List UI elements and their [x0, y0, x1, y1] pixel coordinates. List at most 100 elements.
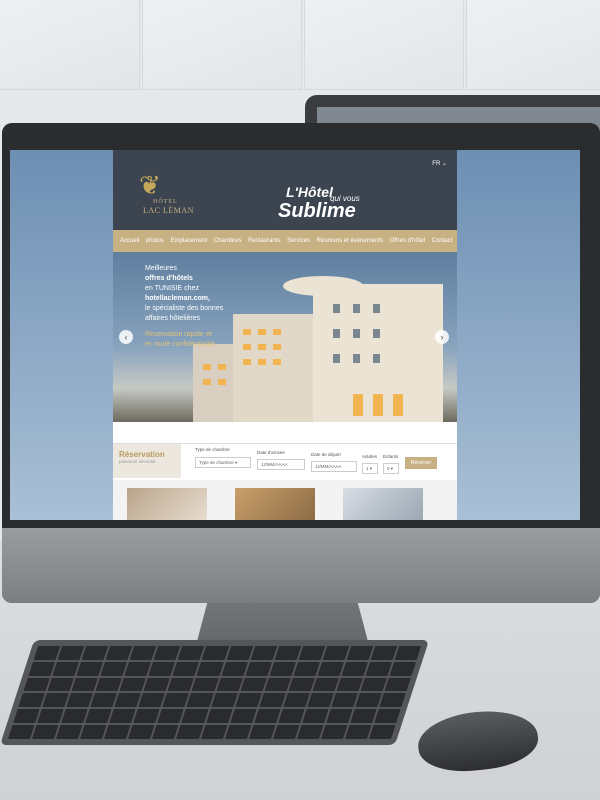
nav-item-services[interactable]: Services	[287, 238, 310, 244]
keyboard-key	[186, 693, 214, 708]
apple-logo-icon	[250, 525, 274, 553]
nav-item-offres[interactable]: Offres d'hôtel	[390, 238, 425, 244]
site-header: ❦ HÔTEL LAC LÉMAN FR ⌄ L'Hôtel qui vous …	[113, 150, 457, 230]
keyboard-key	[71, 677, 99, 692]
nav-item-reunions[interactable]: Réunions et événements	[317, 238, 383, 244]
keyboard-key	[229, 709, 257, 724]
keyboard-key	[167, 677, 195, 692]
keyboard-key	[133, 709, 160, 724]
keyboard-key	[264, 677, 291, 692]
keyboard-key	[157, 709, 185, 724]
keyboard-key	[18, 693, 45, 708]
adults-select[interactable]: 1 ▾	[362, 463, 378, 474]
keyboard-key	[33, 646, 61, 660]
keyboard-key	[143, 677, 171, 692]
hero-text: Meilleures offres d'hôtels en TUNISIE ch…	[145, 265, 224, 348]
keyboard-key	[23, 677, 50, 692]
children-select[interactable]: 0 ▾	[383, 463, 399, 474]
slider-next-arrow-icon[interactable]: ›	[435, 330, 449, 344]
keyboard-key	[258, 693, 286, 708]
keyboard-key	[52, 661, 80, 676]
screen: ❦ HÔTEL LAC LÉMAN FR ⌄ L'Hôtel qui vous …	[10, 150, 580, 520]
keyboard-key	[153, 646, 181, 660]
keyboard-key	[320, 725, 348, 739]
keyboard-key	[81, 646, 109, 660]
hotel-logo[interactable]: ❦ HÔTEL LAC LÉMAN	[125, 172, 200, 215]
keyboard-key	[215, 677, 243, 692]
keyboard-key	[172, 661, 200, 676]
keyboard-key	[56, 725, 83, 739]
keyboard-key	[293, 661, 320, 676]
slider-prev-arrow-icon[interactable]: ‹	[119, 330, 133, 344]
keyboard-key	[66, 693, 93, 708]
departure-date-input[interactable]: JJ/MM/AAAA	[311, 461, 357, 472]
nav-item-accueil[interactable]: Accueil	[120, 238, 139, 244]
room-thumbnail[interactable]	[235, 488, 315, 520]
imac-chin	[2, 528, 600, 603]
keyboard-key	[296, 725, 324, 739]
keyboard-key	[394, 646, 422, 660]
arrival-date-input[interactable]: JJ/MM/AAAA	[257, 459, 305, 470]
nav-item-chambres[interactable]: Chambres	[214, 238, 242, 244]
keyboard-key	[162, 693, 190, 708]
keyboard-key	[37, 709, 64, 724]
nav-item-emplacement[interactable]: Emplacement	[171, 238, 208, 244]
keyboard-key	[379, 693, 406, 708]
keyboard-key	[114, 693, 142, 708]
keyboard-key	[32, 725, 59, 739]
website: ❦ HÔTEL LAC LÉMAN FR ⌄ L'Hôtel qui vous …	[113, 150, 457, 520]
keyboard-key	[205, 709, 233, 724]
keyboard-key	[306, 693, 334, 708]
nav-item-restaurants[interactable]: Restaurants	[248, 238, 280, 244]
keyboard-key	[221, 661, 248, 676]
nav-item-photos[interactable]: photos	[146, 238, 164, 244]
keyboard-key	[42, 693, 69, 708]
keyboard-key	[325, 709, 353, 724]
keyboard-key	[138, 693, 166, 708]
keyboard-key	[269, 661, 296, 676]
keyboard-key	[288, 677, 315, 692]
main-nav: Accueil photos Emplacement Chambres Rest…	[113, 230, 457, 252]
keyboard-key	[178, 646, 205, 660]
keyboard-key	[234, 693, 262, 708]
keyboard-key	[148, 661, 176, 676]
keyboard-key	[176, 725, 203, 739]
reserve-button[interactable]: Reserver	[405, 457, 437, 469]
keyboard-key	[370, 646, 398, 660]
keyboard-key	[85, 709, 112, 724]
keyboard-key	[245, 661, 272, 676]
keyboard-key	[312, 677, 339, 692]
reservation-bar: Réservation paiement sécurisé Type de ch…	[113, 443, 457, 478]
room-type-select[interactable]: Type de chambre ▾	[195, 457, 251, 468]
keyboard-key	[105, 646, 133, 660]
keyboard-key	[152, 725, 179, 739]
keyboard-key	[298, 646, 325, 660]
room-thumbnail[interactable]	[127, 488, 207, 520]
keyboard	[0, 640, 430, 745]
keyboard-key	[191, 677, 219, 692]
keyboard-key	[253, 709, 281, 724]
keyboard-key	[239, 677, 267, 692]
keyboard-key	[28, 661, 56, 676]
room-thumbnail[interactable]	[343, 488, 423, 520]
keyboard-key	[274, 646, 301, 660]
hero-slider: Meilleures offres d'hôtels en TUNISIE ch…	[113, 252, 457, 422]
keyboard-key	[76, 661, 104, 676]
keyboard-key	[226, 646, 253, 660]
language-selector[interactable]: FR ⌄	[432, 160, 447, 167]
keyboard-key	[128, 725, 155, 739]
nav-item-contact[interactable]: Contact	[432, 238, 453, 244]
keyboard-key	[331, 693, 358, 708]
keyboard-key	[124, 661, 152, 676]
keyboard-key	[341, 661, 368, 676]
keyboard-key	[349, 709, 377, 724]
keyboard-key	[109, 709, 136, 724]
keyboard-key	[200, 725, 228, 739]
keyboard-key	[336, 677, 363, 692]
keyboard-key	[374, 709, 401, 724]
keyboard-key	[346, 646, 374, 660]
keyboard-key	[301, 709, 329, 724]
reservation-title: Réservation paiement sécurisé	[113, 444, 181, 478]
keyboard-key	[7, 725, 35, 739]
keyboard-key	[389, 661, 417, 676]
